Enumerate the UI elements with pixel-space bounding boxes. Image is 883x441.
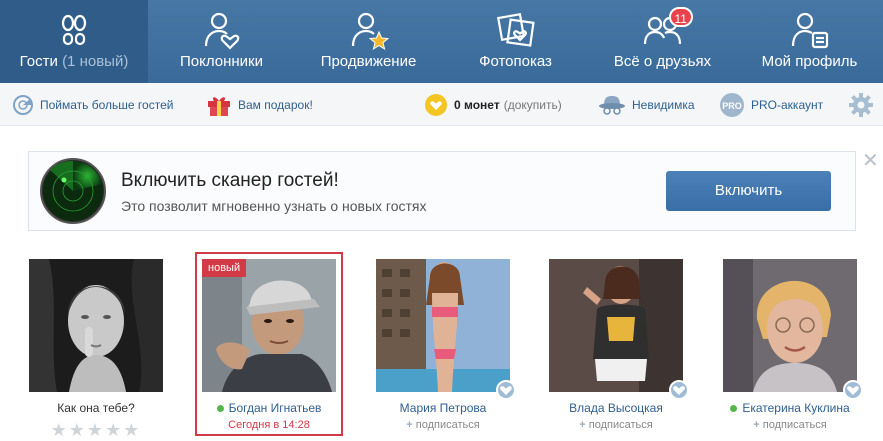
tab-fans[interactable]: Поклонники — [148, 0, 295, 83]
enable-scanner-button[interactable]: Включить — [666, 171, 831, 211]
gift-link[interactable]: Вам подарок! — [206, 83, 313, 126]
favorite-heart-icon[interactable] — [843, 380, 863, 400]
tab-photoshow-label: Фотопоказ — [479, 53, 552, 70]
gift-icon — [208, 96, 230, 116]
spy-hat-icon — [599, 95, 625, 115]
person-star-icon — [351, 12, 389, 50]
online-indicator — [216, 405, 224, 413]
guest-photo[interactable]: новый — [202, 259, 336, 392]
radar-icon — [13, 94, 33, 115]
tab-guests-label: Гости — [19, 53, 58, 70]
guest-card: Как она тебе? ★★★★★ — [29, 259, 163, 441]
friends-badge: 11 — [668, 7, 693, 27]
coins-count: 0 монет — [454, 97, 500, 112]
pro-badge-text: PRO — [722, 101, 742, 111]
gear-icon — [849, 92, 873, 117]
guest-scanner-banner: Включить сканер гостей! Это позволит мгн… — [28, 151, 856, 231]
buy-coins-link[interactable]: (докупить) — [504, 98, 562, 112]
guest-name-text: Екатерина Куклина — [742, 401, 850, 415]
visit-time: Сегодня в 14:28 — [228, 419, 310, 431]
coins-balance[interactable]: 0 монет (докупить) — [424, 83, 562, 126]
person-card-icon — [791, 12, 828, 49]
favorite-heart-icon[interactable] — [496, 380, 516, 400]
pro-icon: PRO — [720, 92, 744, 117]
guest-name-text: Богдан Игнатьев — [228, 401, 322, 415]
banner-title: Включить сканер гостей! — [121, 170, 339, 191]
invisible-link[interactable]: Невидимка — [598, 83, 695, 126]
tab-promo-label: Продвижение — [320, 53, 417, 70]
tab-promo[interactable]: Продвижение — [295, 0, 442, 83]
close-banner-button[interactable]: ✕ — [862, 148, 879, 173]
radar-image — [40, 158, 106, 224]
tab-profile-label: Мой профиль — [761, 53, 858, 70]
guest-photo[interactable] — [29, 259, 163, 392]
tab-guests[interactable]: Гости (1 новый) — [0, 0, 148, 83]
guest-card: Влада Высоцкая + подписаться — [549, 259, 689, 431]
banner-subtitle: Это позволит мгновенно узнать о новых го… — [121, 198, 427, 214]
tab-friends-label: Всё о друзьях — [613, 53, 712, 70]
guest-name[interactable]: Богдан Игнатьев — [202, 401, 336, 415]
rate-prompt: Как она тебе? — [57, 401, 135, 415]
guest-photo[interactable] — [549, 259, 689, 400]
subscribe-link[interactable]: + подписаться — [723, 419, 857, 431]
subscribe-label: подписаться — [762, 419, 827, 431]
invisible-label: Невидимка — [632, 97, 695, 112]
subscribe-label: подписаться — [588, 419, 653, 431]
online-indicator — [730, 405, 738, 413]
favorite-heart-icon[interactable] — [669, 380, 689, 400]
tab-guests-new-count: (1 новый) — [62, 53, 129, 70]
catch-more-guests-link[interactable]: Поймать больше гостей — [12, 83, 173, 126]
subscribe-link[interactable]: + подписаться — [376, 419, 510, 431]
guest-card: Мария Петрова + подписаться — [376, 259, 516, 431]
guest-name[interactable]: Екатерина Куклина — [723, 401, 857, 415]
coin-icon — [425, 93, 447, 116]
new-tag: новый — [202, 259, 247, 277]
footprints-icon — [61, 14, 87, 46]
guest-name[interactable]: Мария Петрова — [376, 401, 510, 415]
guest-name[interactable]: Влада Высоцкая — [549, 401, 683, 415]
tab-fans-label: Поклонники — [179, 53, 263, 70]
guest-card: новый Богдан Игнатьев Сегодня в 14:28 — [202, 259, 336, 431]
photos-heart-icon — [496, 12, 535, 47]
top-nav: Гости (1 новый) Поклонники Продвижение Ф… — [0, 0, 883, 83]
subscribe-link[interactable]: + подписаться — [549, 419, 683, 431]
settings-button[interactable] — [848, 83, 880, 126]
pro-account-label: PRO-аккаунт — [751, 97, 824, 112]
tab-profile[interactable]: Мой профиль — [736, 0, 883, 83]
person-heart-icon — [204, 12, 239, 50]
guest-photo[interactable] — [376, 259, 516, 400]
tab-friends[interactable]: 11 Всё о друзьях — [589, 0, 736, 83]
tab-photoshow[interactable]: Фотопоказ — [442, 0, 589, 83]
gift-label: Вам подарок! — [238, 97, 313, 112]
guest-card: Екатерина Куклина + подписаться — [723, 259, 863, 431]
guest-photo[interactable] — [723, 259, 863, 400]
catch-more-guests-label: Поймать больше гостей — [40, 97, 174, 112]
pro-account-link[interactable]: PRO PRO-аккаунт — [719, 83, 823, 126]
subscribe-label: подписаться — [415, 419, 480, 431]
toolbar: Поймать больше гостей Вам подарок! 0 мон… — [0, 83, 883, 126]
rating-stars[interactable]: ★★★★★ — [29, 420, 163, 441]
